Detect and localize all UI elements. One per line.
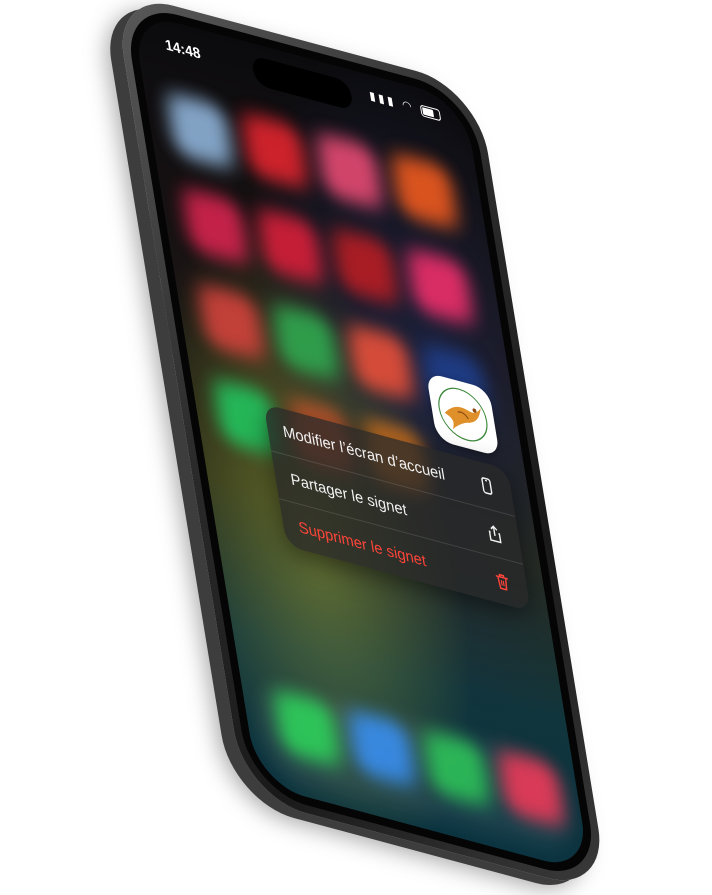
phone-edit-icon xyxy=(476,474,497,498)
share-icon xyxy=(484,522,505,546)
iphone-mockup: 14:48 ▮▮▮ ◠ Modifier l’écran d’accueil P… xyxy=(112,0,610,895)
trash-icon xyxy=(492,570,513,594)
